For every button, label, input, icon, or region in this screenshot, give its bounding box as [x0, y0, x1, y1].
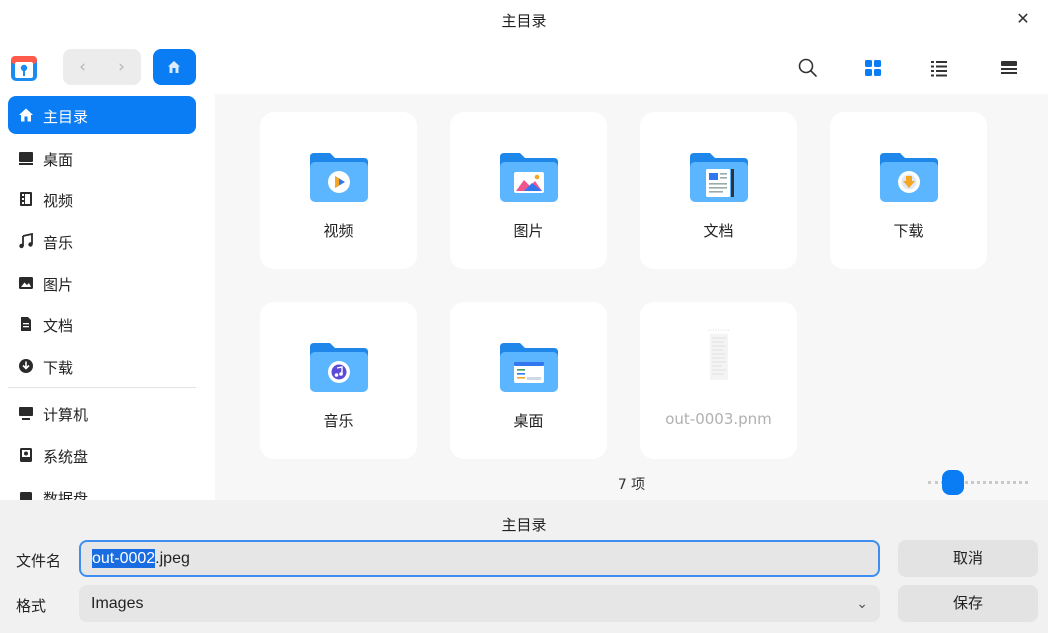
save-button[interactable]: 保存 — [898, 585, 1038, 622]
folder-item-desktop[interactable]: 桌面 — [450, 302, 607, 459]
sidebar-item-label: 系统盘 — [43, 448, 89, 466]
sidebar-item-label: 音乐 — [43, 234, 74, 252]
item-label: 视频 — [323, 222, 354, 240]
filename-label: 文件名 — [16, 552, 62, 570]
chevron-left-icon: ‹ — [79, 57, 86, 77]
sidebar-item-label: 下载 — [43, 359, 74, 377]
sidebar-divider — [8, 387, 196, 388]
chevron-right-icon: › — [118, 57, 125, 77]
forward-button[interactable]: › — [102, 49, 141, 85]
sidebar-item-label: 视频 — [43, 192, 74, 210]
video-icon — [20, 192, 32, 206]
item-label: 音乐 — [323, 412, 354, 430]
sidebar-item-label: 桌面 — [43, 151, 74, 169]
item-label: 下载 — [893, 222, 924, 240]
item-label: 文档 — [703, 222, 734, 240]
list-view-icon[interactable] — [928, 57, 950, 79]
title-bar: 主目录 ✕ — [0, 0, 1048, 40]
file-grid: 视频 图片 文档 下载 音乐 桌面 out-0003.pnm 7 项 — [215, 94, 1048, 500]
item-label: out-0003.pnm — [665, 410, 772, 428]
sidebar-item-desktop[interactable]: 桌面 — [8, 139, 196, 177]
home-button[interactable] — [153, 49, 196, 85]
app-logo-icon — [11, 56, 37, 81]
sidebar-item-label: 主目录 — [43, 108, 89, 126]
save-panel: 主目录 文件名 out-0002.jpeg 格式 Images ⌄ 取消 保存 — [0, 500, 1048, 633]
format-value: Images — [91, 595, 144, 612]
chevron-down-icon: ⌄ — [856, 595, 868, 611]
sidebar-item-computer[interactable]: 计算机 — [8, 394, 196, 432]
grid-view-icon[interactable] — [862, 57, 884, 79]
computer-icon — [19, 407, 33, 420]
nav-button-group: ‹ › — [63, 49, 141, 85]
sidebar: 主目录 桌面 视频 音乐 图片 文档 下载 计算机 系统盘 数据盘 — [0, 94, 215, 500]
item-label: 桌面 — [513, 412, 544, 430]
picture-folder-icon — [500, 153, 558, 202]
video-folder-icon — [310, 153, 368, 202]
current-directory: 主目录 — [501, 516, 547, 534]
sidebar-item-videos[interactable]: 视频 — [8, 180, 196, 218]
filename-extension: .jpeg — [155, 550, 190, 567]
sidebar-item-pictures[interactable]: 图片 — [8, 264, 196, 302]
system-disk-icon — [20, 448, 32, 462]
close-icon[interactable]: ✕ — [1012, 8, 1034, 30]
toolbar: ‹ › — [0, 40, 1048, 94]
zoom-slider-handle[interactable] — [942, 470, 964, 495]
desktop-folder-icon — [500, 343, 558, 392]
data-disk-icon — [20, 492, 32, 500]
cancel-button[interactable]: 取消 — [898, 540, 1038, 577]
document-icon — [21, 317, 31, 331]
folder-item-downloads[interactable]: 下载 — [830, 112, 987, 269]
filename-selected-text: out-0002 — [92, 549, 156, 568]
folder-item-pictures[interactable]: 图片 — [450, 112, 607, 269]
window-title: 主目录 — [501, 12, 547, 30]
sidebar-item-music[interactable]: 音乐 — [8, 222, 196, 260]
download-icon — [19, 359, 33, 373]
sidebar-item-label: 数据盘 — [43, 490, 89, 500]
music-icon — [19, 233, 33, 249]
filename-input[interactable]: out-0002.jpeg — [79, 540, 880, 577]
item-count: 7 项 — [617, 477, 646, 493]
format-select[interactable]: Images ⌄ — [79, 585, 880, 622]
sidebar-item-data-disk[interactable]: 数据盘 — [8, 478, 196, 500]
sidebar-item-label: 图片 — [43, 276, 74, 294]
sidebar-item-home[interactable]: 主目录 — [8, 96, 196, 134]
home-icon — [19, 108, 33, 122]
desktop-icon — [19, 152, 33, 165]
detail-view-icon[interactable] — [998, 57, 1020, 79]
folder-item-videos[interactable]: 视频 — [260, 112, 417, 269]
format-label: 格式 — [16, 597, 47, 615]
music-folder-icon — [310, 343, 368, 392]
file-item-out-0003[interactable]: out-0003.pnm — [640, 302, 797, 459]
sidebar-item-documents[interactable]: 文档 — [8, 305, 196, 343]
home-icon — [168, 61, 180, 73]
folder-item-music[interactable]: 音乐 — [260, 302, 417, 459]
item-label: 图片 — [513, 222, 544, 240]
image-file-icon — [708, 329, 730, 380]
back-button[interactable]: ‹ — [63, 49, 102, 85]
sidebar-item-downloads[interactable]: 下载 — [8, 347, 196, 385]
sidebar-item-label: 文档 — [43, 317, 74, 335]
document-folder-icon — [690, 153, 748, 202]
download-folder-icon — [880, 153, 938, 202]
folder-item-documents[interactable]: 文档 — [640, 112, 797, 269]
sidebar-item-system-disk[interactable]: 系统盘 — [8, 436, 196, 474]
sidebar-item-label: 计算机 — [43, 406, 89, 424]
search-icon[interactable] — [797, 57, 819, 79]
picture-icon — [19, 277, 33, 289]
